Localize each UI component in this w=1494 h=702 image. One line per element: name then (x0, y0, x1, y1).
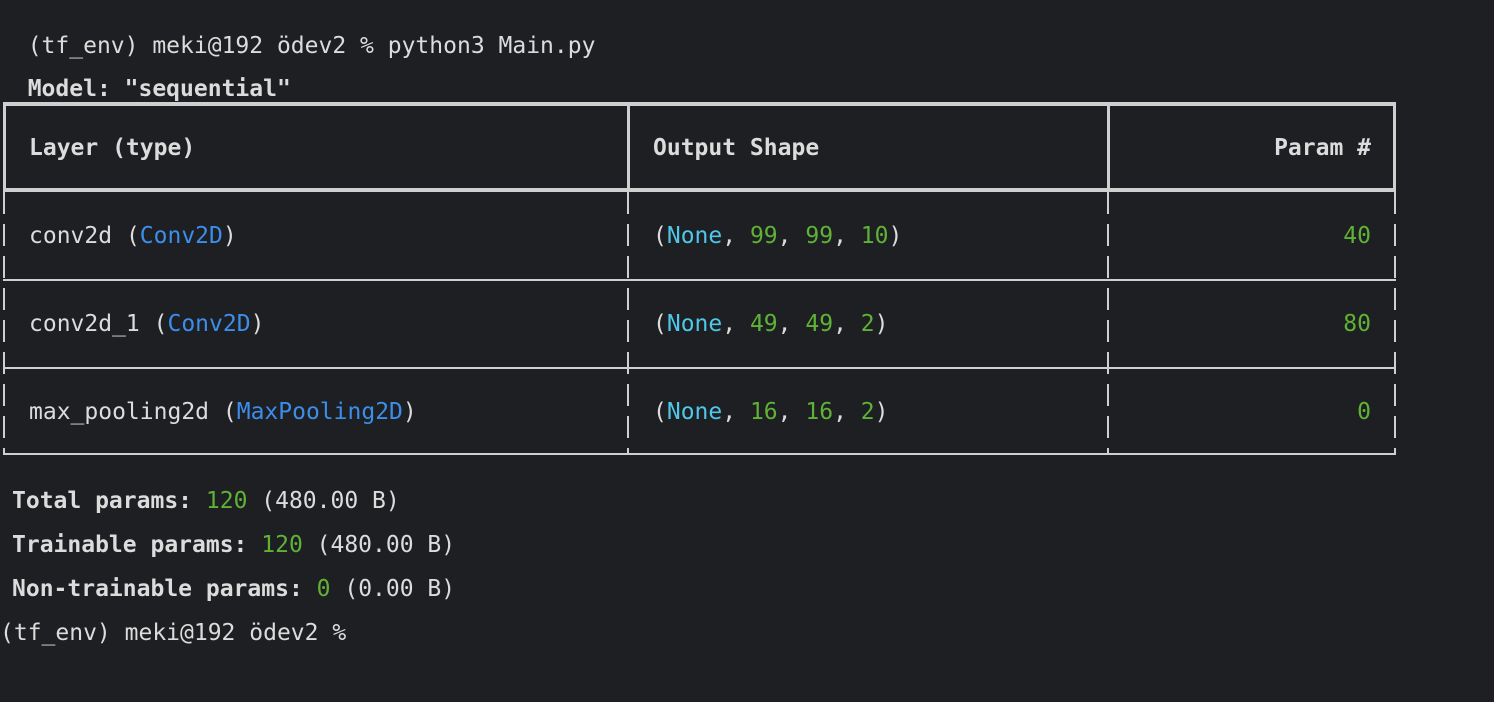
shape-none: None (666, 223, 723, 249)
table-row-shape: (None, 49, 49, 2) (653, 311, 889, 337)
layer-type: Conv2D (167, 311, 251, 337)
shape-dim: 99 (805, 223, 834, 249)
final-prompt-line[interactable]: (tf_env) meki@192 ödev2 % (0, 619, 360, 647)
layer-name: max_pooling2d (29, 399, 210, 425)
non-trainable-params-size: (0.00 B) (330, 576, 456, 602)
non-trainable-params-label: Non-trainable params: (12, 576, 317, 602)
trainable-params-size: (480.00 B) (302, 532, 456, 558)
shape-none: None (666, 311, 723, 337)
total-params-label: Total params: (12, 488, 206, 514)
model-label: Model: (27, 76, 125, 102)
header-layer-type: Layer (type) (29, 135, 196, 161)
shape-dim: 49 (749, 311, 778, 337)
header-separator (3, 188, 1396, 192)
model-name: "sequential" (124, 76, 291, 102)
shape-dim: 16 (805, 399, 834, 425)
column-divider (1107, 102, 1110, 192)
table-left-border (3, 102, 6, 192)
table-right-border (1394, 192, 1396, 455)
table-bottom-border (3, 453, 1396, 455)
table-row-params: 40 (1343, 223, 1371, 249)
shape-dim: 49 (805, 311, 834, 337)
shape-dim: 16 (749, 399, 778, 425)
layer-type: Conv2D (139, 223, 223, 249)
table-right-border (1393, 102, 1396, 192)
table-row-layer: max_pooling2d (MaxPooling2D) (29, 399, 417, 425)
shell-prompt: (tf_env) meki@192 ödev2 % (0, 620, 361, 646)
trainable-params-line: Trainable params: 120 (480.00 B) (12, 531, 455, 559)
trainable-params-value: 120 (261, 532, 303, 558)
table-top-border (3, 102, 1396, 106)
column-divider (1107, 192, 1109, 455)
table-row-layer: conv2d_1 (Conv2D) (29, 311, 265, 337)
table-row-layer: conv2d (Conv2D) (29, 223, 237, 249)
total-params-size: (480.00 B) (247, 488, 400, 514)
non-trainable-params-value: 0 (316, 576, 331, 602)
row-separator (3, 279, 1396, 281)
shape-none: None (666, 399, 723, 425)
shell-command: python3 Main.py (387, 33, 596, 59)
row-separator (3, 367, 1396, 369)
model-summary-table: Layer (type) Output Shape Param # conv2d… (3, 102, 1396, 455)
header-output-shape: Output Shape (653, 135, 820, 161)
shape-dim: 2 (860, 311, 875, 337)
command-line: (tf_env) meki@192 ödev2 % python3 Main.p… (0, 4, 596, 59)
shape-dim: 10 (860, 223, 889, 249)
non-trainable-params-line: Non-trainable params: 0 (0.00 B) (12, 575, 455, 603)
column-divider (627, 192, 629, 455)
column-divider (627, 102, 630, 192)
header-param-count: Param # (1274, 135, 1371, 161)
trainable-params-label: Trainable params: (12, 532, 262, 558)
table-row-params: 80 (1343, 311, 1371, 337)
shape-dim: 99 (749, 223, 778, 249)
layer-name: conv2d_1 (29, 311, 140, 337)
table-row-shape: (None, 99, 99, 10) (653, 223, 903, 249)
layer-type: MaxPooling2D (236, 399, 403, 425)
layer-name: conv2d (29, 223, 113, 249)
total-params-line: Total params: 120 (480.00 B) (12, 487, 400, 515)
table-left-border (3, 192, 5, 455)
model-title-line: Model: "sequential" (0, 47, 291, 102)
total-params-value: 120 (205, 488, 248, 514)
shape-dim: 2 (860, 399, 875, 425)
table-row-shape: (None, 16, 16, 2) (653, 399, 889, 425)
table-row-params: 0 (1357, 399, 1371, 425)
